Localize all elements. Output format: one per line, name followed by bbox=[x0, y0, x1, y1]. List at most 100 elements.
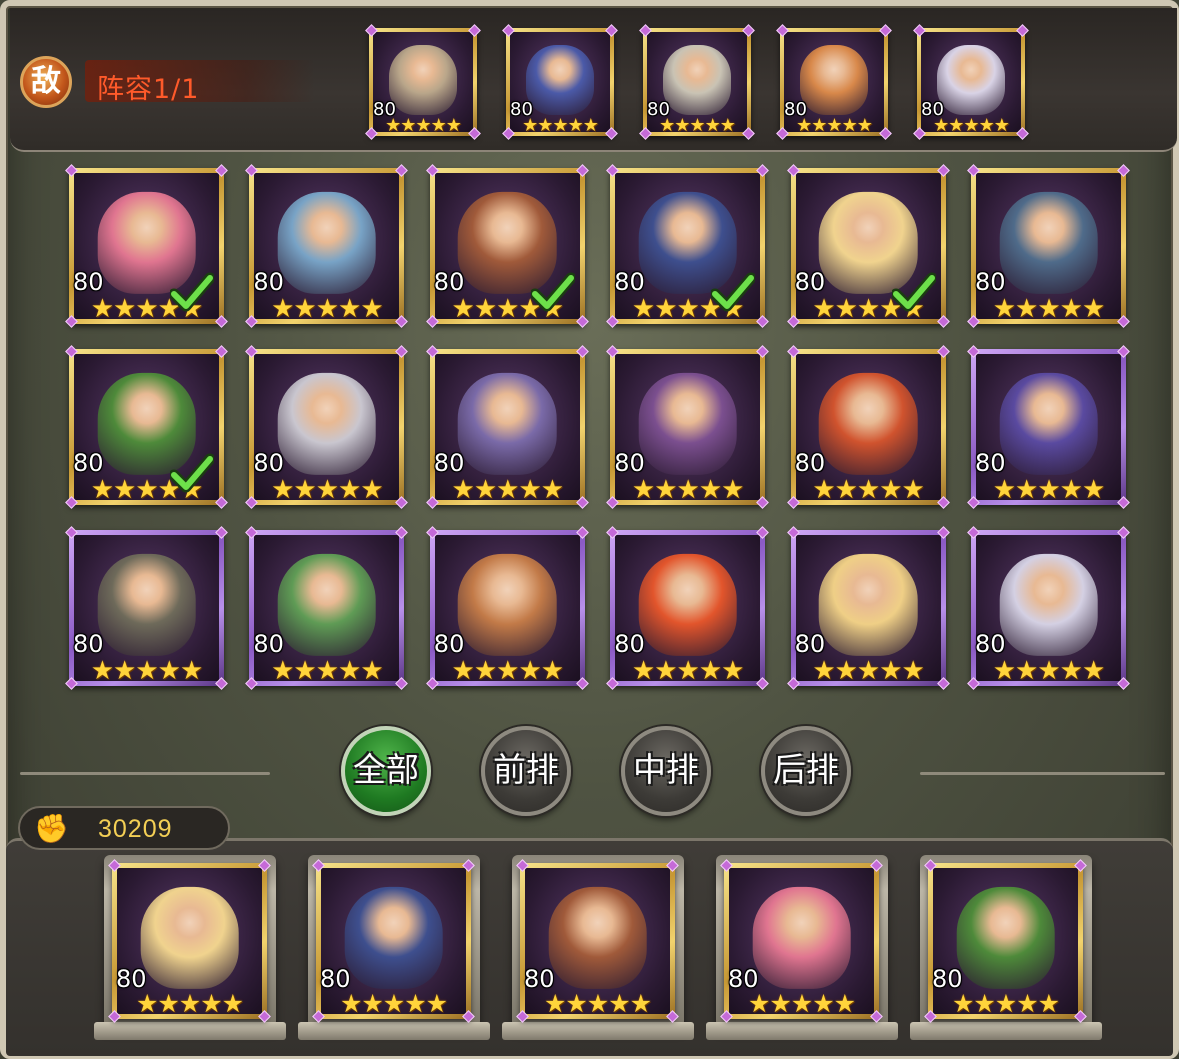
star-rating: ★★★★★ bbox=[812, 474, 925, 504]
roster-hero-card[interactable]: 80 ★★★★★ bbox=[967, 345, 1130, 509]
roster-hero-card[interactable]: 80 ★★★★★ bbox=[65, 345, 228, 509]
hero-portrait bbox=[800, 45, 868, 115]
hero-portrait bbox=[752, 886, 851, 990]
team-hero-card[interactable]: 80 ★★★★★ bbox=[720, 859, 883, 1023]
hero-portrait bbox=[638, 372, 737, 476]
team-slot-base bbox=[502, 1022, 694, 1040]
selected-check-icon bbox=[711, 272, 756, 312]
star-rating: ★★★★★ bbox=[951, 990, 1060, 1018]
star-rating: ★★★★★ bbox=[796, 115, 873, 135]
team-hero-card[interactable]: 80 ★★★★★ bbox=[924, 859, 1087, 1023]
filter-button-middle[interactable]: 中排 bbox=[621, 726, 711, 816]
star-rating: ★★★★★ bbox=[522, 115, 599, 135]
hero-portrait bbox=[999, 372, 1098, 476]
hero-portrait bbox=[140, 886, 239, 990]
hero-portrait bbox=[818, 553, 918, 657]
hero-level: 80 bbox=[614, 630, 645, 658]
selected-check-icon bbox=[530, 272, 575, 312]
star-rating: ★★★★★ bbox=[631, 655, 745, 685]
hero-level: 80 bbox=[794, 268, 826, 296]
selected-check-icon bbox=[891, 272, 936, 312]
hero-portrait bbox=[277, 191, 377, 295]
star-rating: ★★★★★ bbox=[933, 115, 1010, 135]
team-hero-card[interactable]: 80 ★★★★★ bbox=[312, 859, 475, 1023]
roster-hero-card[interactable]: 80 ★★★★★ bbox=[606, 345, 770, 509]
roster-hero-card[interactable]: 80 ★★★★★ bbox=[425, 526, 589, 690]
hero-level: 80 bbox=[614, 268, 645, 296]
enemy-hero-row: 80 ★★★★★ 80 ★★★★★ 80 ★★★★★ 80 ★★★★★ 80 ★★★★★ bbox=[0, 24, 1179, 140]
filter-button-all[interactable]: 全部 bbox=[341, 726, 431, 816]
selected-check-icon bbox=[170, 272, 214, 312]
enemy-hero-card: 80 ★★★★★ bbox=[639, 24, 755, 140]
hero-level: 80 bbox=[794, 630, 826, 658]
hero-portrait bbox=[344, 886, 443, 990]
hero-level: 80 bbox=[975, 268, 1006, 296]
hero-portrait bbox=[458, 553, 557, 657]
filter-button-front[interactable]: 前排 bbox=[481, 726, 571, 816]
hero-portrait bbox=[548, 886, 647, 990]
team-slot-base bbox=[706, 1022, 898, 1040]
roster-hero-card[interactable]: 80 ★★★★★ bbox=[245, 164, 409, 328]
hero-level: 80 bbox=[614, 449, 645, 477]
roster-hero-card[interactable]: 80 ★★★★★ bbox=[606, 526, 770, 690]
hero-portrait bbox=[999, 553, 1098, 657]
roster-hero-card[interactable]: 80 ★★★★★ bbox=[425, 345, 589, 509]
divider-left bbox=[20, 772, 270, 775]
star-rating: ★★★★★ bbox=[135, 990, 244, 1018]
star-rating: ★★★★★ bbox=[451, 474, 565, 504]
hero-level: 80 bbox=[794, 449, 826, 477]
star-rating: ★★★★★ bbox=[451, 655, 565, 685]
fist-icon: ✊ bbox=[34, 813, 69, 844]
divider-right bbox=[920, 772, 1165, 775]
hero-portrait bbox=[277, 553, 377, 657]
enemy-hero-card: 80 ★★★★★ bbox=[913, 24, 1029, 140]
star-rating: ★★★★★ bbox=[271, 293, 384, 323]
hero-portrait bbox=[97, 553, 196, 657]
roster-hero-card[interactable]: 80 ★★★★★ bbox=[245, 345, 409, 509]
hero-level: 80 bbox=[433, 630, 465, 658]
filter-button-back[interactable]: 后排 bbox=[761, 726, 851, 816]
hero-level: 80 bbox=[253, 449, 284, 477]
combat-power-value: 30209 bbox=[98, 815, 173, 843]
star-rating: ★★★★★ bbox=[992, 655, 1106, 685]
hero-level: 80 bbox=[73, 268, 104, 296]
enemy-hero-card: 80 ★★★★★ bbox=[502, 24, 618, 140]
hero-level: 80 bbox=[73, 630, 104, 658]
star-rating: ★★★★★ bbox=[271, 474, 384, 504]
roster-hero-card[interactable]: 80 ★★★★★ bbox=[425, 164, 589, 328]
roster-hero-card[interactable]: 80 ★★★★★ bbox=[65, 526, 228, 690]
enemy-hero-card: 80 ★★★★★ bbox=[776, 24, 892, 140]
team-slot-base bbox=[298, 1022, 490, 1040]
team-hero-card[interactable]: 80 ★★★★★ bbox=[516, 859, 679, 1023]
combat-power-box: ✊ 30209 bbox=[18, 806, 230, 850]
team-hero-card[interactable]: 80 ★★★★★ bbox=[108, 859, 271, 1023]
star-rating: ★★★★★ bbox=[271, 655, 384, 685]
roster-hero-card[interactable]: 80 ★★★★★ bbox=[967, 164, 1130, 328]
hero-level: 80 bbox=[433, 449, 465, 477]
enemy-hero-card: 80 ★★★★★ bbox=[365, 24, 481, 140]
star-rating: ★★★★★ bbox=[385, 115, 462, 135]
hero-level: 80 bbox=[73, 449, 104, 477]
selected-check-icon bbox=[170, 453, 214, 493]
roster-hero-card[interactable]: 80 ★★★★★ bbox=[786, 164, 950, 328]
star-rating: ★★★★★ bbox=[631, 474, 745, 504]
hero-portrait bbox=[389, 45, 457, 115]
team-slot-base bbox=[910, 1022, 1102, 1040]
team-slot-base bbox=[94, 1022, 286, 1040]
star-rating: ★★★★★ bbox=[747, 990, 856, 1018]
hero-portrait bbox=[638, 553, 737, 657]
roster-hero-card[interactable]: 80 ★★★★★ bbox=[786, 526, 950, 690]
hero-portrait bbox=[458, 372, 557, 476]
roster-hero-card[interactable]: 80 ★★★★★ bbox=[245, 526, 409, 690]
hero-level: 80 bbox=[975, 630, 1006, 658]
hero-level: 80 bbox=[253, 630, 284, 658]
star-rating: ★★★★★ bbox=[992, 293, 1106, 323]
hero-portrait bbox=[526, 45, 594, 115]
star-rating: ★★★★★ bbox=[543, 990, 652, 1018]
star-rating: ★★★★★ bbox=[90, 655, 204, 685]
roster-hero-card[interactable]: 80 ★★★★★ bbox=[606, 164, 770, 328]
roster-hero-card[interactable]: 80 ★★★★★ bbox=[786, 345, 950, 509]
roster-hero-card[interactable]: 80 ★★★★★ bbox=[967, 526, 1130, 690]
hero-portrait bbox=[277, 372, 377, 476]
roster-hero-card[interactable]: 80 ★★★★★ bbox=[65, 164, 228, 328]
